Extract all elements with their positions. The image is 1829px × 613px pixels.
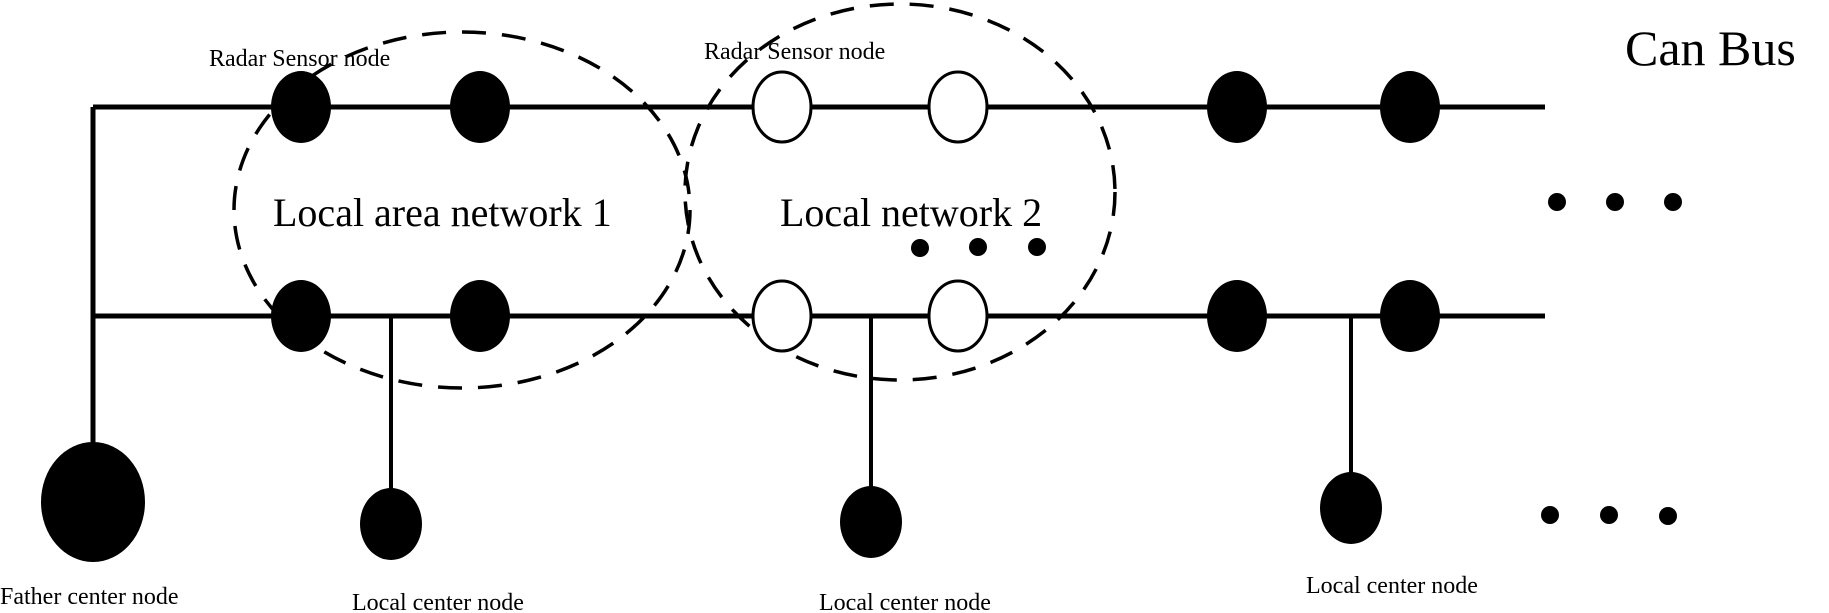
radar-sensor-node[interactable] [271,71,331,143]
radar-sensor-node[interactable] [1380,71,1440,143]
local-center-label-1: Local center node [352,590,524,613]
radar-sensor-label-1: Radar Sensor node [209,46,390,72]
ellipsis-dot [1028,238,1046,256]
ellipsis-dot [1659,507,1677,525]
ellipsis-dot [911,239,929,257]
network-1-label: Local area network 1 [273,190,612,235]
network-2-label: Local network 2 [780,190,1042,235]
sensor-node-open[interactable] [751,279,813,353]
ellipsis-in-network-2 [911,238,1046,257]
radar-sensor-node-open[interactable] [751,70,813,144]
father-center-label: Father center node [0,584,179,610]
ellipsis-dot [1548,193,1566,211]
local-center-node-3[interactable] [1320,472,1382,544]
sensor-node[interactable] [271,280,331,352]
father-center-node[interactable] [41,442,145,562]
ellipsis-dot [1664,193,1682,211]
ellipsis-dot [969,238,987,256]
radar-sensor-node-open[interactable] [927,70,989,144]
radar-sensor-label-2: Radar Sensor node [704,39,885,65]
can-bus-network-diagram: Can Bus Radar Sensor node Radar Sensor n… [0,2,1796,613]
can-bus-title: Can Bus [1625,20,1796,76]
ellipsis-right-middle [1548,193,1682,211]
sensor-node-open[interactable] [927,279,989,353]
sensor-node[interactable] [450,280,510,352]
ellipsis-dot [1541,506,1559,524]
ellipsis-right-bottom [1541,506,1677,525]
local-center-label-3: Local center node [1306,573,1478,599]
radar-sensor-node[interactable] [1207,71,1267,143]
local-center-label-2: Local center node [819,590,991,613]
ellipsis-dot [1600,506,1618,524]
sensor-node[interactable] [1207,280,1267,352]
radar-sensor-node[interactable] [450,71,510,143]
sensor-node[interactable] [1380,280,1440,352]
local-center-node-2[interactable] [840,486,902,558]
ellipsis-dot [1606,193,1624,211]
local-center-node-1[interactable] [360,488,422,560]
